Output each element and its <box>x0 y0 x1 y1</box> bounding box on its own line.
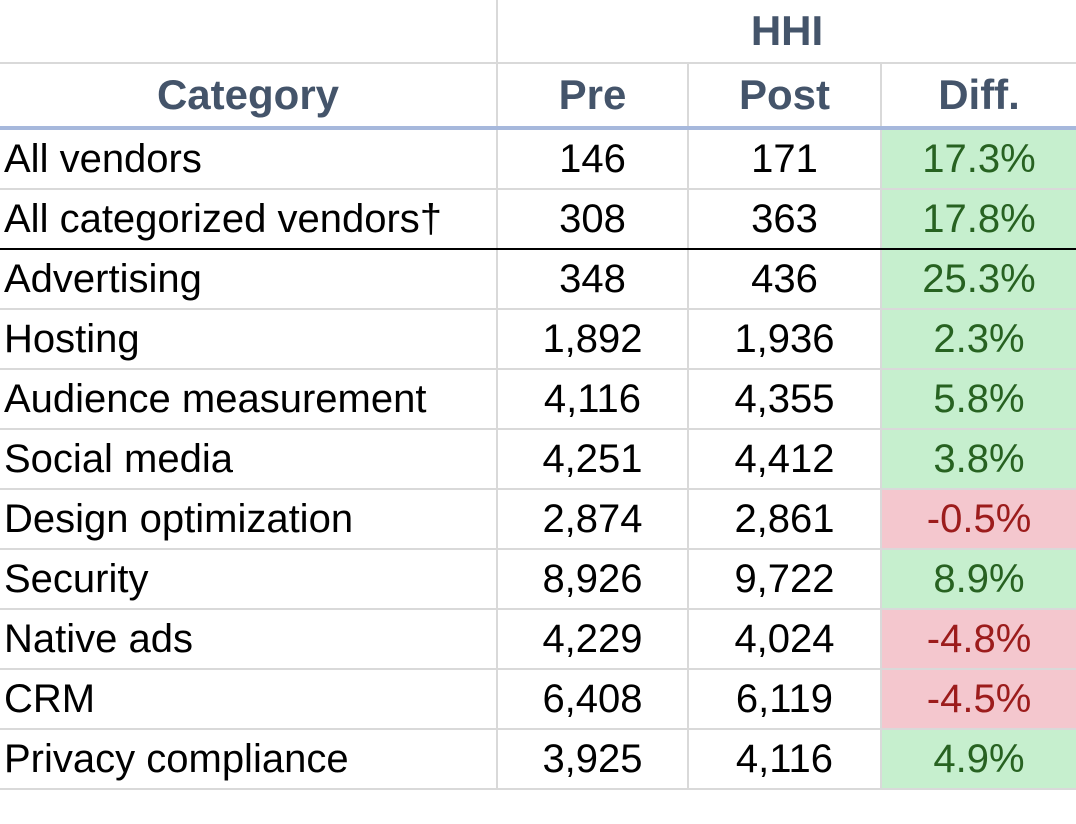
diff-cell: -4.5% <box>879 668 1076 730</box>
diff-cell: 4.9% <box>879 728 1076 790</box>
category-cell: All categorized vendors† <box>0 188 498 250</box>
category-cell: All vendors <box>0 127 498 190</box>
header-pre: Pre <box>496 62 689 130</box>
table-row: Security 8,926 9,722 8.9% <box>0 548 1076 610</box>
category-cell: CRM <box>0 668 498 730</box>
diff-cell: -0.5% <box>879 488 1076 550</box>
table-row: All categorized vendors† 308 363 17.8% <box>0 188 1076 250</box>
category-cell: Privacy compliance <box>0 728 498 790</box>
pre-cell: 2,874 <box>496 488 689 550</box>
diff-cell: 3.8% <box>879 428 1076 490</box>
category-cell: Design optimization <box>0 488 498 550</box>
post-cell: 171 <box>687 127 882 190</box>
hhi-table: HHI Category Pre Post Diff. All vendors 1… <box>0 0 1076 790</box>
table-row: CRM 6,408 6,119 -4.5% <box>0 668 1076 730</box>
pre-cell: 348 <box>496 248 689 310</box>
post-cell: 1,936 <box>687 308 882 370</box>
category-cell: Native ads <box>0 608 498 670</box>
post-cell: 4,355 <box>687 368 882 430</box>
post-cell: 363 <box>687 188 882 250</box>
column-header-row: Category Pre Post Diff. <box>0 62 1076 130</box>
pre-cell: 4,251 <box>496 428 689 490</box>
table-row: Design optimization 2,874 2,861 -0.5% <box>0 488 1076 550</box>
table-row: Social media 4,251 4,412 3.8% <box>0 428 1076 490</box>
table-body: All vendors 146 171 17.3% All categorized ve… <box>0 127 1076 790</box>
post-cell: 6,119 <box>687 668 882 730</box>
post-cell: 9,722 <box>687 548 882 610</box>
hhi-group-header: HHI <box>495 0 1076 64</box>
pre-cell: 1,892 <box>496 308 689 370</box>
diff-cell: 17.8% <box>879 188 1076 250</box>
pre-cell: 4,229 <box>496 608 689 670</box>
post-cell: 436 <box>687 248 882 310</box>
category-cell: Hosting <box>0 308 498 370</box>
post-cell: 4,116 <box>687 728 882 790</box>
pre-cell: 6,408 <box>496 668 689 730</box>
category-cell: Security <box>0 548 498 610</box>
header-post: Post <box>687 62 882 130</box>
table-row: Audience measurement 4,116 4,355 5.8% <box>0 368 1076 430</box>
table-row: All vendors 146 171 17.3% <box>0 127 1076 190</box>
diff-cell: 17.3% <box>879 127 1076 190</box>
table-row: Hosting 1,892 1,936 2.3% <box>0 308 1076 370</box>
category-cell: Social media <box>0 428 498 490</box>
diff-cell: 5.8% <box>879 368 1076 430</box>
diff-cell: 2.3% <box>879 308 1076 370</box>
category-cell: Audience measurement <box>0 368 498 430</box>
pre-cell: 4,116 <box>496 368 689 430</box>
pre-cell: 3,925 <box>496 728 689 790</box>
table-row: Privacy compliance 3,925 4,116 4.9% <box>0 728 1076 790</box>
table-row: Native ads 4,229 4,024 -4.8% <box>0 608 1076 670</box>
pre-cell: 8,926 <box>496 548 689 610</box>
post-cell: 2,861 <box>687 488 882 550</box>
header-diff: Diff. <box>879 62 1076 130</box>
pre-cell: 308 <box>496 188 689 250</box>
post-cell: 4,024 <box>687 608 882 670</box>
table-row: Advertising 348 436 25.3% <box>0 248 1076 310</box>
diff-cell: 25.3% <box>879 248 1076 310</box>
blank-header-cell <box>0 0 498 64</box>
pre-cell: 146 <box>496 127 689 190</box>
diff-cell: -4.8% <box>879 608 1076 670</box>
header-category: Category <box>0 62 498 130</box>
post-cell: 4,412 <box>687 428 882 490</box>
diff-cell: 8.9% <box>879 548 1076 610</box>
category-cell: Advertising <box>0 248 498 310</box>
group-header-row: HHI <box>0 0 1076 64</box>
